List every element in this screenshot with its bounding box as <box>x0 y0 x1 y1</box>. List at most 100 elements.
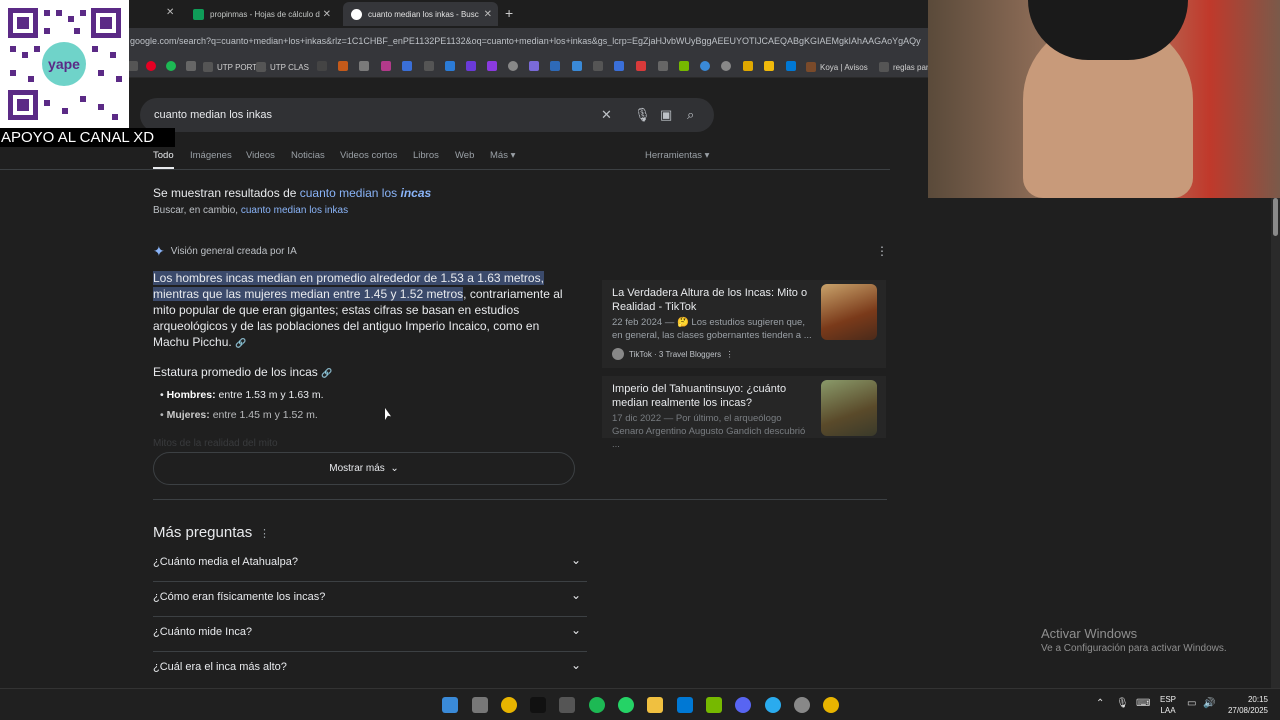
telegram-icon[interactable] <box>765 697 781 713</box>
question-row[interactable]: ¿Cuánto media el Atahualpa? ⌄ <box>153 547 587 582</box>
bookmark-icon[interactable] <box>338 61 348 71</box>
tab-web[interactable]: Web <box>455 150 474 161</box>
microphone-icon[interactable]: 🎙 <box>1116 698 1129 709</box>
tab-google-search[interactable]: cuanto median los inkas - Busc ✕ <box>343 2 498 26</box>
tab-videos[interactable]: Videos <box>246 150 275 161</box>
task-view-icon[interactable] <box>472 697 488 713</box>
link-icon[interactable]: 🔗 <box>235 338 246 348</box>
tiktok-icon[interactable] <box>530 697 546 713</box>
outlook-icon[interactable] <box>677 697 693 713</box>
scrollbar-thumb[interactable] <box>1273 198 1278 236</box>
address-bar[interactable]: google.com/search?q=cuanto+median+los+in… <box>0 28 928 56</box>
bookmark-icon[interactable] <box>466 61 476 71</box>
bookmark-icon[interactable] <box>614 61 624 71</box>
source-thumbnail[interactable] <box>821 284 877 340</box>
bookmark-koya-avisos[interactable]: Koya | Avisos <box>806 61 868 73</box>
tab-mas[interactable]: Más ▾ <box>490 150 515 161</box>
camera-lens-icon[interactable]: ▣ <box>660 107 672 123</box>
chevron-down-icon: ⌄ <box>570 658 581 672</box>
bookmark-icon[interactable] <box>402 61 412 71</box>
volume-icon[interactable]: 🔊 <box>1203 698 1215 709</box>
tab-sheets[interactable]: propinmas - Hojas de cálculo d ✕ <box>185 2 337 26</box>
search-icon[interactable]: ⌕ <box>687 107 694 123</box>
bookmark-icon[interactable] <box>445 61 455 71</box>
bookmark-icon[interactable] <box>487 61 497 71</box>
whatsapp-icon[interactable] <box>618 697 634 713</box>
chevron-down-icon: ⌄ <box>570 553 581 567</box>
show-more-button[interactable]: Mostrar más ⌄ <box>153 452 575 485</box>
chevron-up-icon[interactable]: ⌃ <box>1096 698 1104 709</box>
question-row[interactable]: ¿Cuánto mide Inca? ⌄ <box>153 617 587 652</box>
file-explorer-icon[interactable] <box>647 697 663 713</box>
bookmark-icon[interactable] <box>700 61 710 71</box>
page-scrollbar[interactable] <box>1271 122 1280 688</box>
bookmark-icon[interactable] <box>786 61 796 71</box>
close-tab-icon[interactable]: ✕ <box>484 9 492 20</box>
nvidia-icon[interactable] <box>706 697 722 713</box>
bookmark-icon[interactable] <box>743 61 753 71</box>
corrected-query-link[interactable]: cuanto median los incas <box>300 186 431 200</box>
bookmark-icon[interactable] <box>424 61 434 71</box>
source-snippet: 17 dic 2022 — Por último, el arqueólogo … <box>612 413 806 450</box>
chrome-icon[interactable] <box>501 697 517 713</box>
bookmark-reglas[interactable]: reglas par <box>879 61 929 73</box>
bookmark-icon[interactable] <box>381 61 391 71</box>
clear-icon[interactable]: ✕ <box>601 107 612 123</box>
search-box[interactable]: cuanto median los inkas ✕ 🎙 ▣ ⌕ <box>140 98 714 132</box>
bookmark-icon[interactable] <box>529 61 539 71</box>
bookmark-icon[interactable] <box>764 61 774 71</box>
bookmark-utp-clas[interactable]: UTP CLAS <box>256 61 309 73</box>
close-tab-icon[interactable]: ✕ <box>323 9 331 20</box>
pinterest-bookmark-icon[interactable] <box>146 61 156 71</box>
search-input[interactable]: cuanto median los inkas <box>154 109 272 121</box>
discord-icon[interactable] <box>735 697 751 713</box>
bookmark-icon[interactable] <box>508 61 518 71</box>
tiktok-bookmark-icon[interactable] <box>317 61 327 71</box>
bookmark-icon[interactable] <box>593 61 603 71</box>
display-icon[interactable]: ▭ <box>1187 698 1196 709</box>
tab-noticias[interactable]: Noticias <box>291 150 325 161</box>
original-query-link[interactable]: cuanto median los inkas <box>241 205 348 216</box>
source-title[interactable]: La Verdadera Altura de los Incas: Mito o… <box>612 286 812 314</box>
url-text[interactable]: google.com/search?q=cuanto+median+los+in… <box>130 36 928 46</box>
source-snippet: 22 feb 2024 — 🤔 Los estudios sugieren qu… <box>612 317 812 341</box>
source-site[interactable]: TikTok · 3 Travel Bloggers ⋮ <box>612 348 734 360</box>
app-icon[interactable] <box>794 697 810 713</box>
tab-imagenes[interactable]: Imágenes <box>190 150 232 161</box>
bookmark-icon[interactable] <box>721 61 731 71</box>
start-icon[interactable] <box>442 697 458 713</box>
tools-button[interactable]: Herramientas ▾ <box>645 150 709 161</box>
more-options-icon[interactable]: ⋮ <box>876 244 888 258</box>
bookmark-icon[interactable] <box>572 61 582 71</box>
caret-down-icon: ▾ <box>510 150 516 161</box>
source-thumbnail[interactable] <box>821 380 877 436</box>
tab-libros[interactable]: Libros <box>413 150 439 161</box>
more-options-icon[interactable]: ⋮ <box>259 527 270 540</box>
bookmark-icon[interactable] <box>679 61 689 71</box>
keyboard-icon[interactable]: ⌨ <box>1136 698 1150 709</box>
new-tab-icon[interactable]: + <box>505 5 513 21</box>
source-title[interactable]: Imperio del Tahuantinsuyo: ¿cuánto media… <box>612 382 812 410</box>
bookmark-icon[interactable] <box>359 61 369 71</box>
chrome-icon[interactable] <box>823 697 839 713</box>
system-clock[interactable]: 20:15 27/08/2025 <box>1224 694 1268 716</box>
spotify-bookmark-icon[interactable] <box>166 61 176 71</box>
app-icon[interactable] <box>559 697 575 713</box>
link-icon[interactable]: 🔗 <box>321 368 332 378</box>
bookmark-icon[interactable] <box>636 61 646 71</box>
tiktok-bookmark-icon[interactable] <box>128 61 138 71</box>
source-card[interactable]: Imperio del Tahuantinsuyo: ¿cuánto media… <box>602 376 886 450</box>
microphone-icon[interactable]: 🎙 <box>634 107 651 123</box>
bookmark-icon[interactable] <box>550 61 560 71</box>
spotify-icon[interactable] <box>589 697 605 713</box>
bookmark-icon[interactable] <box>186 61 196 71</box>
question-row[interactable]: ¿Cómo eran físicamente los incas? ⌄ <box>153 582 587 617</box>
bookmark-icon[interactable] <box>658 61 668 71</box>
language-indicator[interactable]: ESP LAA <box>1158 694 1178 716</box>
close-tab-icon[interactable]: ✕ <box>166 7 174 18</box>
more-options-icon[interactable]: ⋮ <box>726 350 734 359</box>
source-card[interactable]: La Verdadera Altura de los Incas: Mito o… <box>602 280 886 368</box>
question-row[interactable]: ¿Cuál era el inca más alto? ⌄ <box>153 652 587 687</box>
tab-todo[interactable]: Todo <box>153 150 174 169</box>
tab-videos-cortos[interactable]: Videos cortos <box>340 150 397 161</box>
